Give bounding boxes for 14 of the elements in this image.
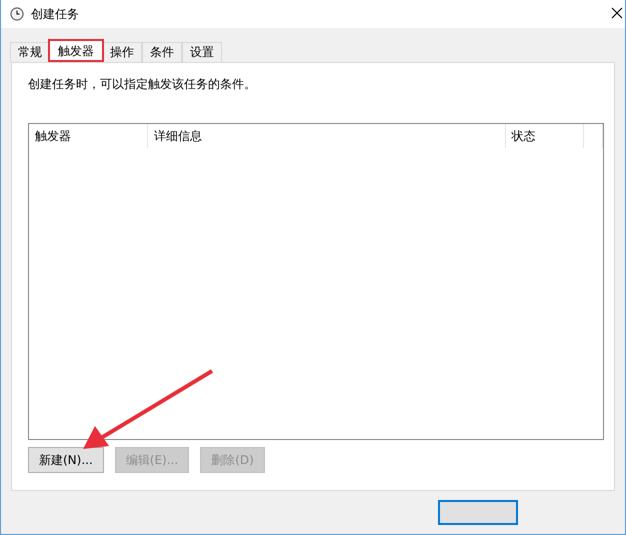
column-header[interactable]: 详细信息 <box>148 124 506 148</box>
button[interactable]: 新建(N)... <box>28 447 104 473</box>
column-header[interactable]: 状态 <box>506 124 584 148</box>
tab[interactable]: 条件 <box>142 42 182 62</box>
description-text: 创建任务时，可以指定触发该任务的条件。 <box>28 76 257 93</box>
tab[interactable]: 设置 <box>182 42 222 62</box>
window-title: 创建任务 <box>31 6 79 23</box>
tab[interactable]: 触发器 <box>48 39 104 62</box>
column-header[interactable]: 触发器 <box>29 124 148 148</box>
clock-icon <box>10 7 24 21</box>
close-icon[interactable] <box>611 7 623 19</box>
tab[interactable]: 常规 <box>10 42 50 62</box>
default-button[interactable] <box>438 500 518 525</box>
tab[interactable]: 操作 <box>102 42 142 62</box>
